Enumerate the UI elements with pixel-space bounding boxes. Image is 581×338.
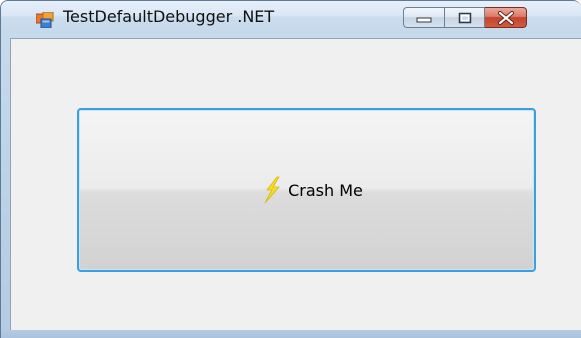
crash-me-button[interactable]: Crash Me [77, 108, 536, 272]
title-bar[interactable]: TestDefaultDebugger .NET [1, 1, 581, 33]
maximize-icon [458, 12, 471, 23]
minimize-button[interactable] [403, 7, 445, 28]
client-area: Crash Me [10, 38, 581, 330]
window-title: TestDefaultDebugger .NET [63, 7, 275, 26]
caption-buttons [403, 7, 527, 29]
close-button[interactable] [485, 7, 527, 28]
crash-me-label: Crash Me [288, 180, 363, 200]
close-icon [497, 10, 514, 25]
crash-me-button-content: Crash Me [262, 176, 363, 204]
app-window: TestDefaultDebugger .NET Crash Me [0, 0, 581, 338]
minimize-icon [416, 17, 432, 22]
app-window-icon[interactable] [36, 12, 54, 28]
lightning-bolt-icon [264, 176, 280, 204]
window-bottom-frame [1, 330, 581, 338]
maximize-button[interactable] [445, 7, 485, 28]
